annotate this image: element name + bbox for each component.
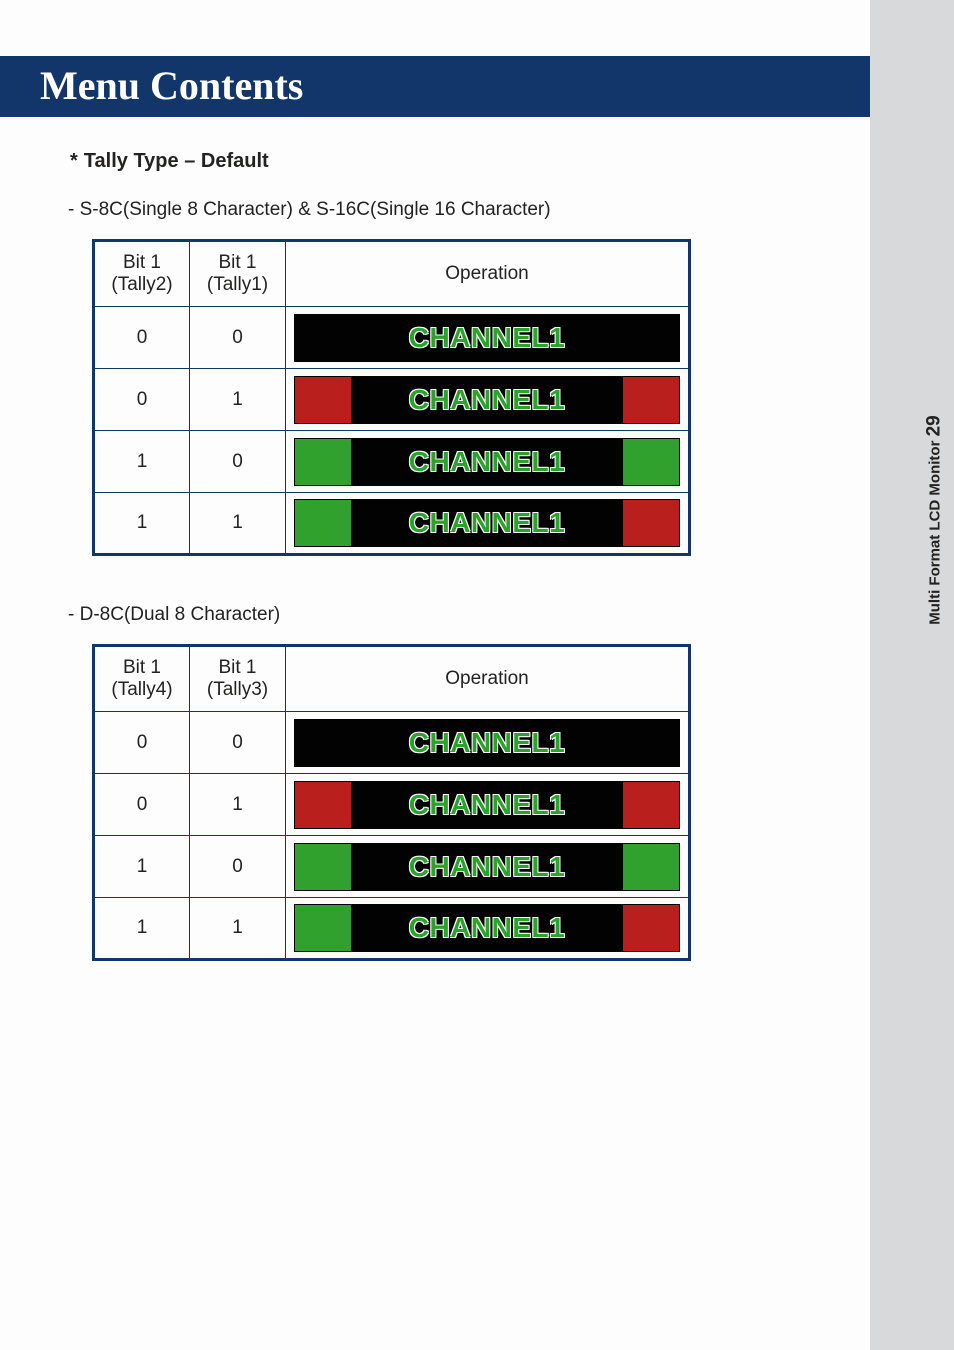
operation-cell: CHANNEL1: [286, 836, 690, 898]
bit-cell: 1: [190, 369, 286, 431]
tally-center: CHANNEL1: [351, 439, 623, 485]
col-header: Bit 1 (Tally2): [94, 241, 190, 307]
tally-left-indicator: [295, 782, 351, 828]
section-title-text: Tally Type – Default: [84, 150, 269, 172]
tally-right-indicator: [623, 782, 679, 828]
table-row: 11 CHANNEL1: [94, 493, 690, 555]
content-area: * Tally Type – Default - S-8C(Single 8 Ch…: [70, 150, 830, 1009]
tally-display: CHANNEL1: [294, 781, 680, 829]
bit-cell: 0: [190, 307, 286, 369]
col-header: Bit 1 (Tally1): [190, 241, 286, 307]
channel-label: CHANNEL1: [409, 507, 565, 539]
section-title: * Tally Type – Default: [70, 150, 830, 173]
table-row: 10 CHANNEL1: [94, 836, 690, 898]
channel-label: CHANNEL1: [409, 384, 565, 416]
tally-center: CHANNEL1: [351, 500, 623, 546]
col-header: Operation: [286, 241, 690, 307]
tally-center: CHANNEL1: [351, 315, 623, 361]
col-header: Bit 1 (Tally3): [190, 646, 286, 712]
tally-left-indicator: [295, 720, 351, 766]
table-row: 01 CHANNEL1: [94, 774, 690, 836]
tally-center: CHANNEL1: [351, 844, 623, 890]
table-header-row: Bit 1 (Tally2) Bit 1 (Tally1) Operation: [94, 241, 690, 307]
asterisk-icon: *: [70, 150, 78, 172]
bit-cell: 1: [190, 774, 286, 836]
tally-right-indicator: [623, 844, 679, 890]
bit-cell: 1: [94, 898, 190, 960]
tally-left-indicator: [295, 439, 351, 485]
tally-table-2: Bit 1 (Tally4) Bit 1 (Tally3) Operation …: [92, 644, 691, 961]
tally-right-indicator: [623, 720, 679, 766]
operation-cell: CHANNEL1: [286, 369, 690, 431]
tally-left-indicator: [295, 500, 351, 546]
channel-label: CHANNEL1: [409, 446, 565, 478]
bit-cell: 0: [94, 774, 190, 836]
side-tab-page: 29: [924, 415, 945, 436]
table-row: 00 CHANNEL1: [94, 712, 690, 774]
operation-cell: CHANNEL1: [286, 712, 690, 774]
tally-left-indicator: [295, 377, 351, 423]
col-header: Bit 1 (Tally4): [94, 646, 190, 712]
tally-left-indicator: [295, 844, 351, 890]
operation-cell: CHANNEL1: [286, 493, 690, 555]
table-body-1: 00CHANNEL101CHANNEL110CHANNEL111CHANNEL1: [94, 307, 690, 555]
bit-cell: 0: [190, 431, 286, 493]
bit-cell: 1: [190, 493, 286, 555]
table-row: 01 CHANNEL1: [94, 369, 690, 431]
side-tab: Multi Format LCD Monitor 29: [916, 370, 954, 670]
operation-cell: CHANNEL1: [286, 898, 690, 960]
channel-label: CHANNEL1: [409, 727, 565, 759]
tally-center: CHANNEL1: [351, 720, 623, 766]
tally-center: CHANNEL1: [351, 905, 623, 951]
tally-left-indicator: [295, 905, 351, 951]
bit-cell: 1: [94, 493, 190, 555]
tally-right-indicator: [623, 439, 679, 485]
tally-center: CHANNEL1: [351, 377, 623, 423]
page: Menu Contents * Tally Type – Default - S-…: [0, 0, 870, 1350]
table-body-2: 00CHANNEL101CHANNEL110CHANNEL111CHANNEL1: [94, 712, 690, 960]
bit-cell: 0: [94, 369, 190, 431]
table-row: 00 CHANNEL1: [94, 307, 690, 369]
bit-cell: 1: [190, 898, 286, 960]
tally-display: CHANNEL1: [294, 499, 680, 547]
side-tab-text: Multi Format LCD Monitor 29: [924, 415, 946, 624]
table-row: 11 CHANNEL1: [94, 898, 690, 960]
operation-cell: CHANNEL1: [286, 774, 690, 836]
bit-cell: 0: [190, 836, 286, 898]
tally-display: CHANNEL1: [294, 438, 680, 486]
tally-center: CHANNEL1: [351, 782, 623, 828]
operation-cell: CHANNEL1: [286, 431, 690, 493]
sub-title-2: - D-8C(Dual 8 Character): [68, 604, 830, 626]
tally-right-indicator: [623, 905, 679, 951]
channel-label: CHANNEL1: [409, 851, 565, 883]
channel-label: CHANNEL1: [409, 322, 565, 354]
table-header-row: Bit 1 (Tally4) Bit 1 (Tally3) Operation: [94, 646, 690, 712]
tally-display: CHANNEL1: [294, 843, 680, 891]
tally-right-indicator: [623, 315, 679, 361]
channel-label: CHANNEL1: [409, 912, 565, 944]
tally-display: CHANNEL1: [294, 376, 680, 424]
bit-cell: 0: [190, 712, 286, 774]
bit-cell: 1: [94, 836, 190, 898]
table-row: 10 CHANNEL1: [94, 431, 690, 493]
operation-cell: CHANNEL1: [286, 307, 690, 369]
tally-display: CHANNEL1: [294, 904, 680, 952]
tally-left-indicator: [295, 315, 351, 361]
page-title: Menu Contents: [0, 56, 870, 117]
tally-display: CHANNEL1: [294, 314, 680, 362]
tally-table-1: Bit 1 (Tally2) Bit 1 (Tally1) Operation …: [92, 239, 691, 556]
bit-cell: 0: [94, 712, 190, 774]
tally-right-indicator: [623, 377, 679, 423]
channel-label: CHANNEL1: [409, 789, 565, 821]
sub-title-1: - S-8C(Single 8 Character) & S-16C(Singl…: [68, 199, 830, 221]
side-tab-label: Multi Format LCD Monitor: [927, 441, 944, 625]
bit-cell: 0: [94, 307, 190, 369]
tally-display: CHANNEL1: [294, 719, 680, 767]
bit-cell: 1: [94, 431, 190, 493]
col-header: Operation: [286, 646, 690, 712]
tally-right-indicator: [623, 500, 679, 546]
